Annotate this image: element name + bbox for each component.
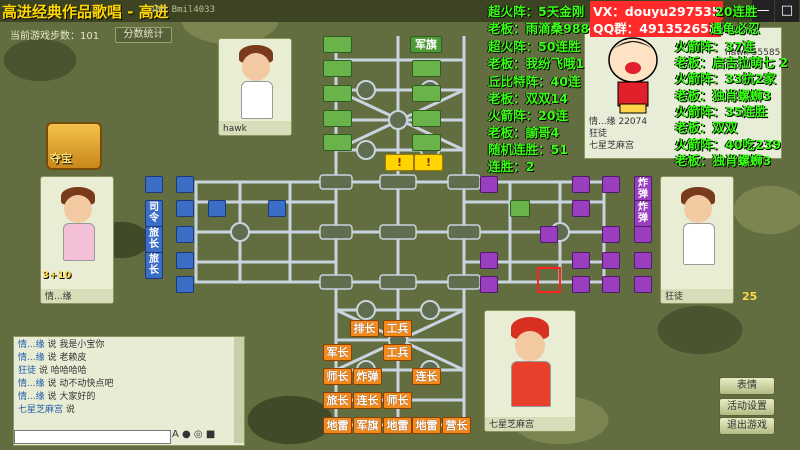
board-piece[interactable]: 连长 [412,368,441,385]
board-piece[interactable] [323,36,352,53]
board-piece[interactable] [176,176,194,193]
player-name: 情...缘 [45,292,72,302]
board-piece[interactable]: 炸弹 [634,200,652,227]
overlay-line: 老板：独肖螺蛳3 [675,153,772,168]
board-piece[interactable] [480,252,498,269]
board-piece[interactable]: 营长 [442,417,471,434]
board-piece[interactable] [602,276,620,293]
board-piece[interactable]: 师长 [383,392,412,409]
chat-line: 狂徒 说 哈哈哈哈 [18,366,87,376]
board-piece[interactable]: 司令 [145,200,163,227]
board-piece[interactable] [540,226,558,243]
mascot-sticker-icon [608,37,658,114]
step-counter: 当前游戏步数：101 [10,31,100,42]
quit-button[interactable]: 退出游戏 [719,417,775,435]
maximize-button[interactable]: □ [775,0,799,22]
board-piece[interactable] [176,276,194,293]
board-piece[interactable] [323,110,352,127]
user-row[interactable]: 七星芝麻宫 [589,138,634,151]
board-piece[interactable] [176,200,194,217]
board-piece[interactable]: 师长 [323,368,352,385]
board-piece[interactable] [412,85,441,102]
board-piece[interactable]: 工兵 [383,344,412,361]
chat-line: 七星芝麻宫 说 [18,405,75,415]
board-piece[interactable]: 军旗 [353,417,382,434]
player-name: 狂徒 [665,292,684,302]
board-piece[interactable] [412,134,441,151]
board-piece[interactable]: 排长 [350,320,379,337]
board-piece[interactable] [412,60,441,77]
board-piece[interactable] [176,226,194,243]
board-piece[interactable]: 炸弹 [634,176,652,203]
board-piece[interactable] [572,176,590,193]
board-piece[interactable] [510,200,530,217]
level-badge: 3+10 [42,270,72,281]
board-piece[interactable] [412,110,441,127]
board-piece[interactable] [480,276,498,293]
overlay-qq-banner: QQ群：491352658 [590,18,721,37]
board-piece[interactable]: 连长 [353,392,382,409]
window-title: 高进经典作品歌唱 - 高进 [2,3,169,21]
chat-line: 情...缘 说 动不动快点吧 [18,379,114,389]
board-piece[interactable] [268,200,286,217]
board-piece[interactable] [602,252,620,269]
board-piece[interactable] [634,226,652,243]
board-piece[interactable]: 旅长 [145,252,163,279]
board-piece[interactable] [480,176,498,193]
chat-line: 情...缘 说 老赖皮 [18,353,87,363]
chat-line: 情...缘 说 我是小宝你 [18,340,105,350]
board-piece[interactable]: 旅长 [323,392,352,409]
board-piece[interactable]: 地雷 [412,417,441,434]
board-piece[interactable]: 军长 [323,344,352,361]
player-card-left[interactable]: 情...缘 [40,176,114,304]
expression-button[interactable]: 表情 [719,377,775,395]
settings-button[interactable]: 活动设置 [719,398,775,416]
chat-input[interactable] [14,430,171,444]
board-piece[interactable] [602,226,620,243]
overlay-line: 老板：我纷飞哦1 [488,56,585,71]
overlay-line: 连胜：2 [488,159,535,174]
board-piece[interactable] [634,276,652,293]
treasure-label: 夺宝 [50,152,72,165]
board-piece[interactable] [208,200,226,217]
board-piece[interactable] [145,176,163,193]
board-piece[interactable] [323,85,352,102]
chat-line: 情...缘 说 大家好的 [18,392,96,402]
board-piece[interactable] [634,252,652,269]
board-piece[interactable]: 旅长 [145,226,163,253]
avatar-body [63,223,95,261]
board-piece[interactable] [323,134,352,151]
board-piece[interactable]: 地雷 [323,417,352,434]
board-piece[interactable]: 地雷 [383,417,412,434]
board-piece[interactable]: 炸弹 [353,368,382,385]
overlay-line: 老板：雨滴桑988 [488,21,590,36]
window-title-suffix: 408 Bmil4033 [150,5,216,15]
board-piece[interactable]: ! [385,154,414,171]
board-piece[interactable] [602,176,620,193]
avatar-body [683,223,715,265]
board-piece[interactable] [572,252,590,269]
board-piece[interactable]: ! [414,154,443,171]
board-piece[interactable] [323,60,352,77]
board-piece[interactable] [572,200,590,217]
chat-toolbar-icons[interactable]: A ● ◎ ■ [172,429,215,440]
score-value: 25 [742,290,758,303]
player-card-right[interactable]: 狂徒 [660,176,734,304]
selection-highlight [537,267,561,293]
board-piece[interactable]: 军旗 [410,36,442,53]
board-piece[interactable]: 工兵 [383,320,412,337]
avatar-head [64,195,92,223]
avatar-head [684,195,712,223]
chat-scrollbar[interactable] [234,337,244,443]
board-piece[interactable] [176,252,194,269]
board-piece[interactable] [572,276,590,293]
overlay-line: 遇龟必忍 [710,21,761,36]
